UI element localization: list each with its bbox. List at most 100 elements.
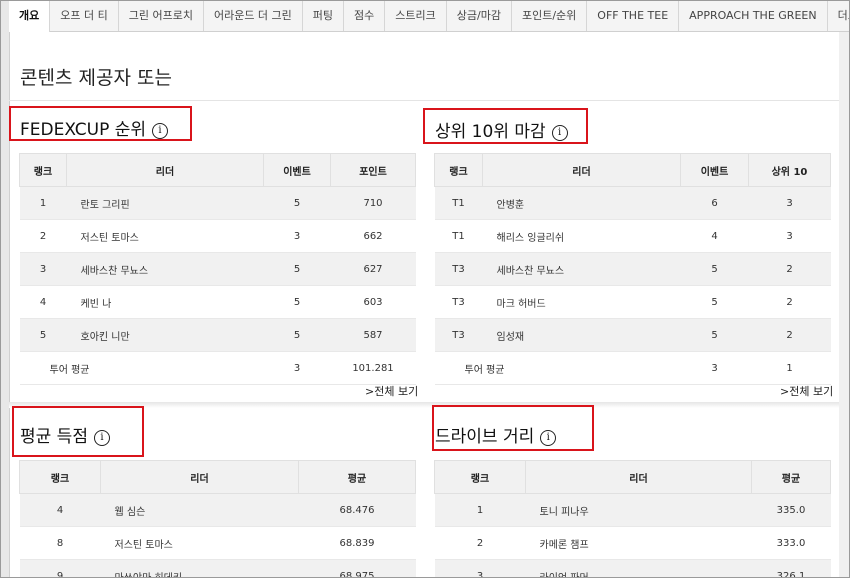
driving-table: 랭크 리더 평균 1 토니 피나우 335.0 2 카메론 챔프 333.0 3… [434,460,831,577]
table-row: T1 해리스 잉글리쉬 4 3 [434,219,831,253]
tab-overview[interactable]: 개요 [9,1,51,32]
col-header-rank[interactable]: 랭크 [434,153,483,187]
points-cell: 101.281 [330,351,416,385]
table-row: 4 케빈 나 5 603 [19,285,416,319]
rank-cell: 9 [19,559,101,577]
rank-cell: 1 [434,493,526,527]
tab-scoring[interactable]: 점수 [344,1,386,31]
tour-average-label: 투어 평균 [434,351,681,385]
table-row: 3 세바스찬 무뇨스 5 627 [19,252,416,286]
leader-link[interactable]: 라이언 파머 [525,559,752,577]
page-title: 콘텐츠 제공자 또는 [20,67,172,89]
col-header-points[interactable]: 포인트 [330,153,416,187]
info-icon[interactable]: i [551,125,568,141]
tab-money-finishes[interactable]: 상금/마감 [446,1,512,31]
tab-putting[interactable]: 퍼팅 [302,1,345,31]
tab-off-the-tee[interactable]: 오프 더 티 [50,1,119,31]
col-header-top10[interactable]: 상위 10 [748,153,831,187]
table-header-row: 랭크 리더 평균 [19,460,416,494]
leader-link[interactable]: 저스틴 토마스 [66,219,264,253]
tour-average-row: 투어 평균 3 1 [434,351,831,385]
rank-cell: T3 [434,285,483,319]
average-cell: 335.0 [751,493,831,527]
leader-link[interactable]: 호아킨 니만 [66,318,264,352]
events-cell: 5 [263,186,331,220]
table-header-row: 랭크 리더 평균 [434,460,831,494]
tab-off-the-tee-en[interactable]: OFF THE TEE [587,1,680,31]
events-cell: 5 [263,285,331,319]
table-row: 8 저스틴 토마스 68.839 [19,526,416,560]
rank-cell: T3 [434,252,483,286]
events-cell: 6 [680,186,749,220]
leader-link[interactable]: 란토 그리핀 [66,186,264,220]
rank-cell: 5 [19,318,67,352]
average-cell: 68.476 [298,493,416,527]
top10-title: 상위 10위 마감 i [435,117,568,142]
leader-link[interactable]: 웹 심슨 [100,493,299,527]
events-cell: 5 [680,318,749,352]
scoring-title-text: 평균 득점 [20,427,88,447]
table-row: T3 마크 허버드 5 2 [434,285,831,319]
tab-approach[interactable]: 그린 어프로치 [118,1,204,31]
info-icon[interactable]: i [152,123,169,139]
tour-average-label: 투어 평균 [19,351,264,385]
tab-points-rankings[interactable]: 포인트/순위 [511,1,588,31]
fedex-title: FEDEXCUP 순위 i [20,115,169,140]
top10-cell: 3 [748,186,831,220]
average-cell: 68.975 [298,559,416,577]
info-icon[interactable]: i [93,430,110,446]
rank-cell: 3 [434,559,526,577]
top10-cell: 2 [748,252,831,286]
col-header-events[interactable]: 이벤트 [680,153,749,187]
leader-link[interactable]: 해리스 잉글리쉬 [482,219,681,253]
rank-cell: T1 [434,186,483,220]
col-header-rank[interactable]: 랭크 [19,153,67,187]
tab-streaks[interactable]: 스트리크 [385,1,447,31]
table-header-row: 랭크 리더 이벤트 상위 10 [434,153,831,187]
leader-link[interactable]: 케빈 나 [66,285,264,319]
table-row: 5 호아킨 니만 5 587 [19,318,416,352]
col-header-average[interactable]: 평균 [298,460,416,494]
browser-frame: 개요 오프 더 티 그린 어프로치 어라운드 더 그린 퍼팅 점수 스트리크 상… [0,0,850,578]
col-header-rank[interactable]: 랭크 [19,460,101,494]
top10-cell: 2 [748,318,831,352]
view-all-link-top10[interactable]: >전체 보기 [780,383,833,399]
points-cell: 710 [330,186,416,220]
table-row: 2 카메론 챔프 333.0 [434,526,831,560]
col-header-leader[interactable]: 리더 [525,460,752,494]
col-header-events[interactable]: 이벤트 [263,153,331,187]
top10-table: 랭크 리더 이벤트 상위 10 T1 안병훈 6 3 T1 해리스 잉글리쉬 4… [434,153,831,385]
left-edge [1,1,10,577]
tab-approach-the-green-en[interactable]: APPROACH THE GREEN [679,1,828,31]
right-edge [839,32,849,577]
table-row: 4 웹 심슨 68.476 [19,493,416,527]
leader-link[interactable]: 세바스찬 무뇨스 [66,252,264,286]
info-icon[interactable]: i [540,430,557,446]
events-cell: 5 [680,285,749,319]
leader-link[interactable]: 마쓰야마 히데키 [100,559,299,577]
fedex-title-text: FEDEXCUP 순위 [20,120,147,140]
rank-cell: 1 [19,186,67,220]
col-header-leader[interactable]: 리더 [100,460,299,494]
col-header-rank[interactable]: 랭크 [434,460,526,494]
rank-cell: 4 [19,285,67,319]
rank-cell: T1 [434,219,483,253]
leader-link[interactable]: 토니 피나우 [525,493,752,527]
leader-link[interactable]: 안병훈 [482,186,681,220]
tab-more[interactable]: 더보기 ⌄ [827,1,849,31]
leader-link[interactable]: 마크 허버드 [482,285,681,319]
table-row: 2 저스틴 토마스 3 662 [19,219,416,253]
col-header-leader[interactable]: 리더 [482,153,681,187]
leader-link[interactable]: 임성재 [482,318,681,352]
col-header-leader[interactable]: 리더 [66,153,264,187]
top10-title-text: 상위 10위 마감 [435,122,546,142]
driving-title-text: 드라이브 거리 [435,427,535,447]
col-header-average[interactable]: 평균 [751,460,831,494]
view-all-link-fedex[interactable]: >전체 보기 [365,383,418,399]
rank-cell: 2 [19,219,67,253]
leader-link[interactable]: 카메론 챔프 [525,526,752,560]
divider [9,100,839,101]
leader-link[interactable]: 저스틴 토마스 [100,526,299,560]
leader-link[interactable]: 세바스찬 무뇨스 [482,252,681,286]
tab-around-the-green[interactable]: 어라운드 더 그린 [203,1,303,31]
